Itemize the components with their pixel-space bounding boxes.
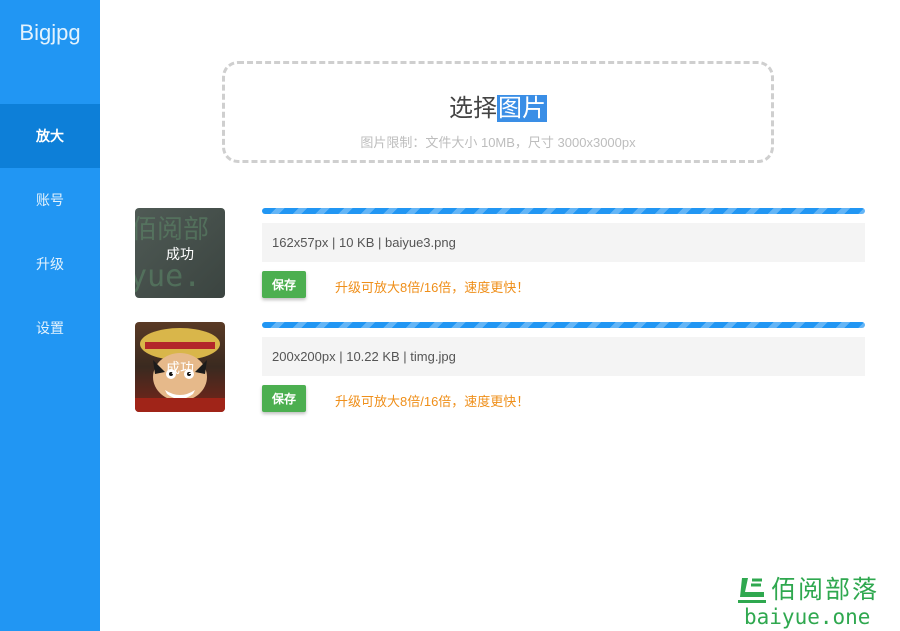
upgrade-link[interactable]: 升级可放大8倍/16倍，速度更快！	[335, 277, 529, 296]
thumbnail-status: 成功	[166, 360, 194, 376]
file-info: 200x200px | 10.22 KB | timg.jpg	[262, 337, 865, 376]
thumbnail-status: 成功	[166, 246, 194, 262]
file-thumbnail[interactable]: 成功	[135, 322, 225, 412]
brand-logo[interactable]: Bigjpg	[0, 20, 100, 46]
sidebar-nav: 放大 账号 升级 设置	[0, 104, 100, 360]
upload-limit-hint: 图片限制：文件大小 10MB，尺寸 3000x3000px	[360, 135, 636, 150]
select-image-button[interactable]: 选择图片	[225, 88, 771, 123]
sidebar-item-upgrade[interactable]: 升级	[0, 232, 100, 296]
file-info: 162x57px | 10 KB | baiyue3.png	[262, 223, 865, 262]
progress-fill	[262, 208, 865, 214]
watermark-latin: baiyue.one	[744, 605, 871, 629]
image-dropzone[interactable]: 选择图片 图片限制：文件大小 10MB，尺寸 3000x3000px	[222, 61, 774, 163]
select-image-prefix: 选择	[449, 95, 497, 122]
watermark: 佰阅部落 baiyue.one	[738, 574, 898, 629]
save-button[interactable]: 保存	[262, 385, 306, 412]
file-item: 佰阅部 yue. 成功 162x57px | 10 KB | baiyue3.p…	[135, 208, 865, 298]
upgrade-link[interactable]: 升级可放大8倍/16倍，速度更快！	[335, 391, 529, 410]
file-thumbnail[interactable]: 佰阅部 yue. 成功	[135, 208, 225, 298]
sidebar-item-settings[interactable]: 设置	[0, 296, 100, 360]
progress-fill	[262, 322, 865, 328]
svg-text:yue.: yue.	[135, 259, 201, 294]
file-item: 成功 200x200px | 10.22 KB | timg.jpg 保存 升级…	[135, 322, 865, 412]
progress-bar	[262, 322, 865, 328]
svg-text:佰阅部: 佰阅部	[135, 215, 209, 245]
progress-bar	[262, 208, 865, 214]
sidebar: Bigjpg 放大 账号 升级 设置	[0, 0, 100, 631]
sidebar-item-enlarge[interactable]: 放大	[0, 104, 100, 168]
select-image-highlight: 图片	[497, 95, 547, 122]
save-button[interactable]: 保存	[262, 271, 306, 298]
watermark-chinese: 佰阅部落	[771, 575, 880, 604]
watermark-logo-icon	[738, 578, 766, 603]
sidebar-item-account[interactable]: 账号	[0, 168, 100, 232]
